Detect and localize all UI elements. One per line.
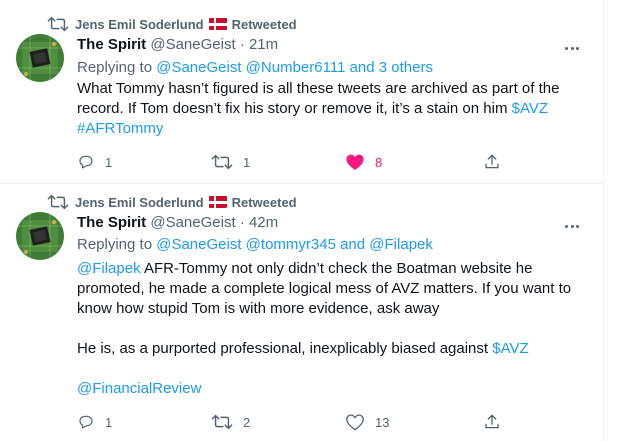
timestamp[interactable]: 21m [249, 36, 278, 53]
tweet-text-segment: record. If Tom doesn’t fix his story or … [77, 100, 508, 117]
cashtag-link[interactable]: $AVZ [492, 340, 528, 357]
mention-link[interactable]: @FinancialReview [77, 380, 201, 397]
retweet-icon [47, 16, 69, 32]
avatar[interactable] [16, 34, 64, 82]
author-name[interactable]: The Spirit [77, 36, 146, 53]
tweet-header: The Spirit @SaneGeist · 42m [77, 214, 278, 234]
tweet-text-line: @Filapek AFR-Tommy not only didn’t check… [77, 259, 587, 279]
replying-to: Replying to @SaneGeist @tommyr345 and @F… [77, 236, 433, 253]
reply-mention[interactable]: @Filapek [369, 236, 433, 253]
tweet-text-spacer [77, 359, 587, 379]
heart-icon [346, 414, 364, 431]
replying-to-label: Replying to [77, 236, 153, 253]
tweet-text: @Filapek AFR-Tommy not only didn’t check… [77, 259, 587, 399]
share-button[interactable] [483, 152, 511, 172]
tweet-actions: 1 2 13 [77, 412, 499, 432]
retweet-button[interactable]: 2 [211, 412, 250, 432]
share-button[interactable] [483, 412, 511, 432]
separator-dot: · [239, 36, 245, 53]
tweet-header: The Spirit @SaneGeist · 21m [77, 36, 278, 56]
replying-to: Replying to @SaneGeist @Number6111 and 3… [77, 59, 433, 76]
tweet-text-line: know how stupid Tom is with more evidenc… [77, 300, 440, 317]
tweet[interactable]: Jens Emil Soderlund Retweeted The Spirit… [0, 184, 603, 441]
tweet-text-line: He is, as a purported professional, inex… [77, 339, 587, 359]
retweet-icon [211, 414, 233, 430]
reply-mention[interactable]: @SaneGeist [156, 59, 241, 76]
like-count: 8 [375, 154, 383, 170]
tweet[interactable]: Jens Emil Soderlund Retweeted The Spirit… [0, 0, 603, 184]
like-button[interactable]: 8 [345, 152, 382, 172]
tweet-text-spacer [77, 319, 587, 339]
reply-count: 1 [105, 154, 113, 170]
share-icon [485, 414, 499, 429]
separator-dot: · [239, 214, 245, 231]
tweet-text-line: record. If Tom doesn’t fix his story or … [77, 99, 587, 119]
reply-joiner: and [340, 236, 366, 253]
retweet-icon [211, 154, 233, 170]
author-name[interactable]: The Spirit [77, 214, 146, 231]
author-handle[interactable]: @SaneGeist [150, 36, 235, 53]
mention-link[interactable]: @Filapek [77, 260, 141, 277]
retweet-button[interactable]: 1 [211, 152, 250, 172]
tweet-text-line: @FinancialReview [77, 379, 587, 399]
retweet-label: Retweeted [231, 194, 297, 210]
retweet-icon [47, 194, 69, 210]
reply-button[interactable]: 1 [77, 412, 112, 432]
tweet-text-line: What Tommy hasn’t figured is all these t… [77, 80, 560, 97]
retweeter-name[interactable]: Jens Emil Soderlund [75, 195, 204, 210]
retweet-count: 1 [243, 154, 251, 170]
retweet-label: Retweeted [231, 16, 297, 32]
reply-mention[interactable]: @SaneGeist [156, 236, 241, 253]
denmark-flag-icon [208, 18, 227, 30]
denmark-flag-icon [208, 196, 227, 208]
avatar[interactable] [16, 212, 64, 260]
author-handle[interactable]: @SaneGeist [150, 214, 235, 231]
reply-others-link[interactable]: 3 others [379, 59, 433, 76]
reply-icon [79, 155, 93, 169]
reply-icon [79, 415, 93, 429]
reply-count: 1 [105, 414, 113, 430]
replying-to-label: Replying to [77, 59, 153, 76]
reply-joiner: and [349, 59, 375, 76]
tweet-text-line: #AFRTommy [77, 119, 587, 139]
retweet-context: Jens Emil Soderlund Retweeted [47, 194, 297, 210]
reply-mention[interactable]: @tommyr345 [246, 236, 336, 253]
reply-mention[interactable]: @Number6111 [246, 59, 346, 76]
timeline-feed: Jens Emil Soderlund Retweeted The Spirit… [0, 0, 604, 441]
tweet-text-segment: He is, as a purported professional, inex… [77, 340, 489, 357]
tweet-text: What Tommy hasn’t figured is all these t… [77, 79, 587, 139]
tweet-text-line: promoted, he made a complete logical mes… [77, 280, 572, 297]
heart-icon [346, 154, 364, 171]
tweet-text-segment: AFR-Tommy not only didn’t check the Boat… [143, 260, 533, 277]
timestamp[interactable]: 42m [249, 214, 278, 231]
retweeter-name[interactable]: Jens Emil Soderlund [75, 17, 204, 32]
hashtag-link[interactable]: #AFRTommy [77, 120, 163, 137]
more-options-icon[interactable] [565, 218, 579, 234]
retweet-context: Jens Emil Soderlund Retweeted [47, 16, 297, 32]
tweet-actions: 1 1 8 [77, 152, 499, 172]
like-button[interactable]: 13 [345, 412, 389, 432]
like-count: 13 [375, 414, 390, 430]
share-icon [485, 154, 499, 169]
cashtag-link[interactable]: $AVZ [512, 100, 548, 117]
more-options-icon[interactable] [565, 40, 579, 56]
reply-button[interactable]: 1 [77, 152, 112, 172]
retweet-count: 2 [243, 414, 251, 430]
